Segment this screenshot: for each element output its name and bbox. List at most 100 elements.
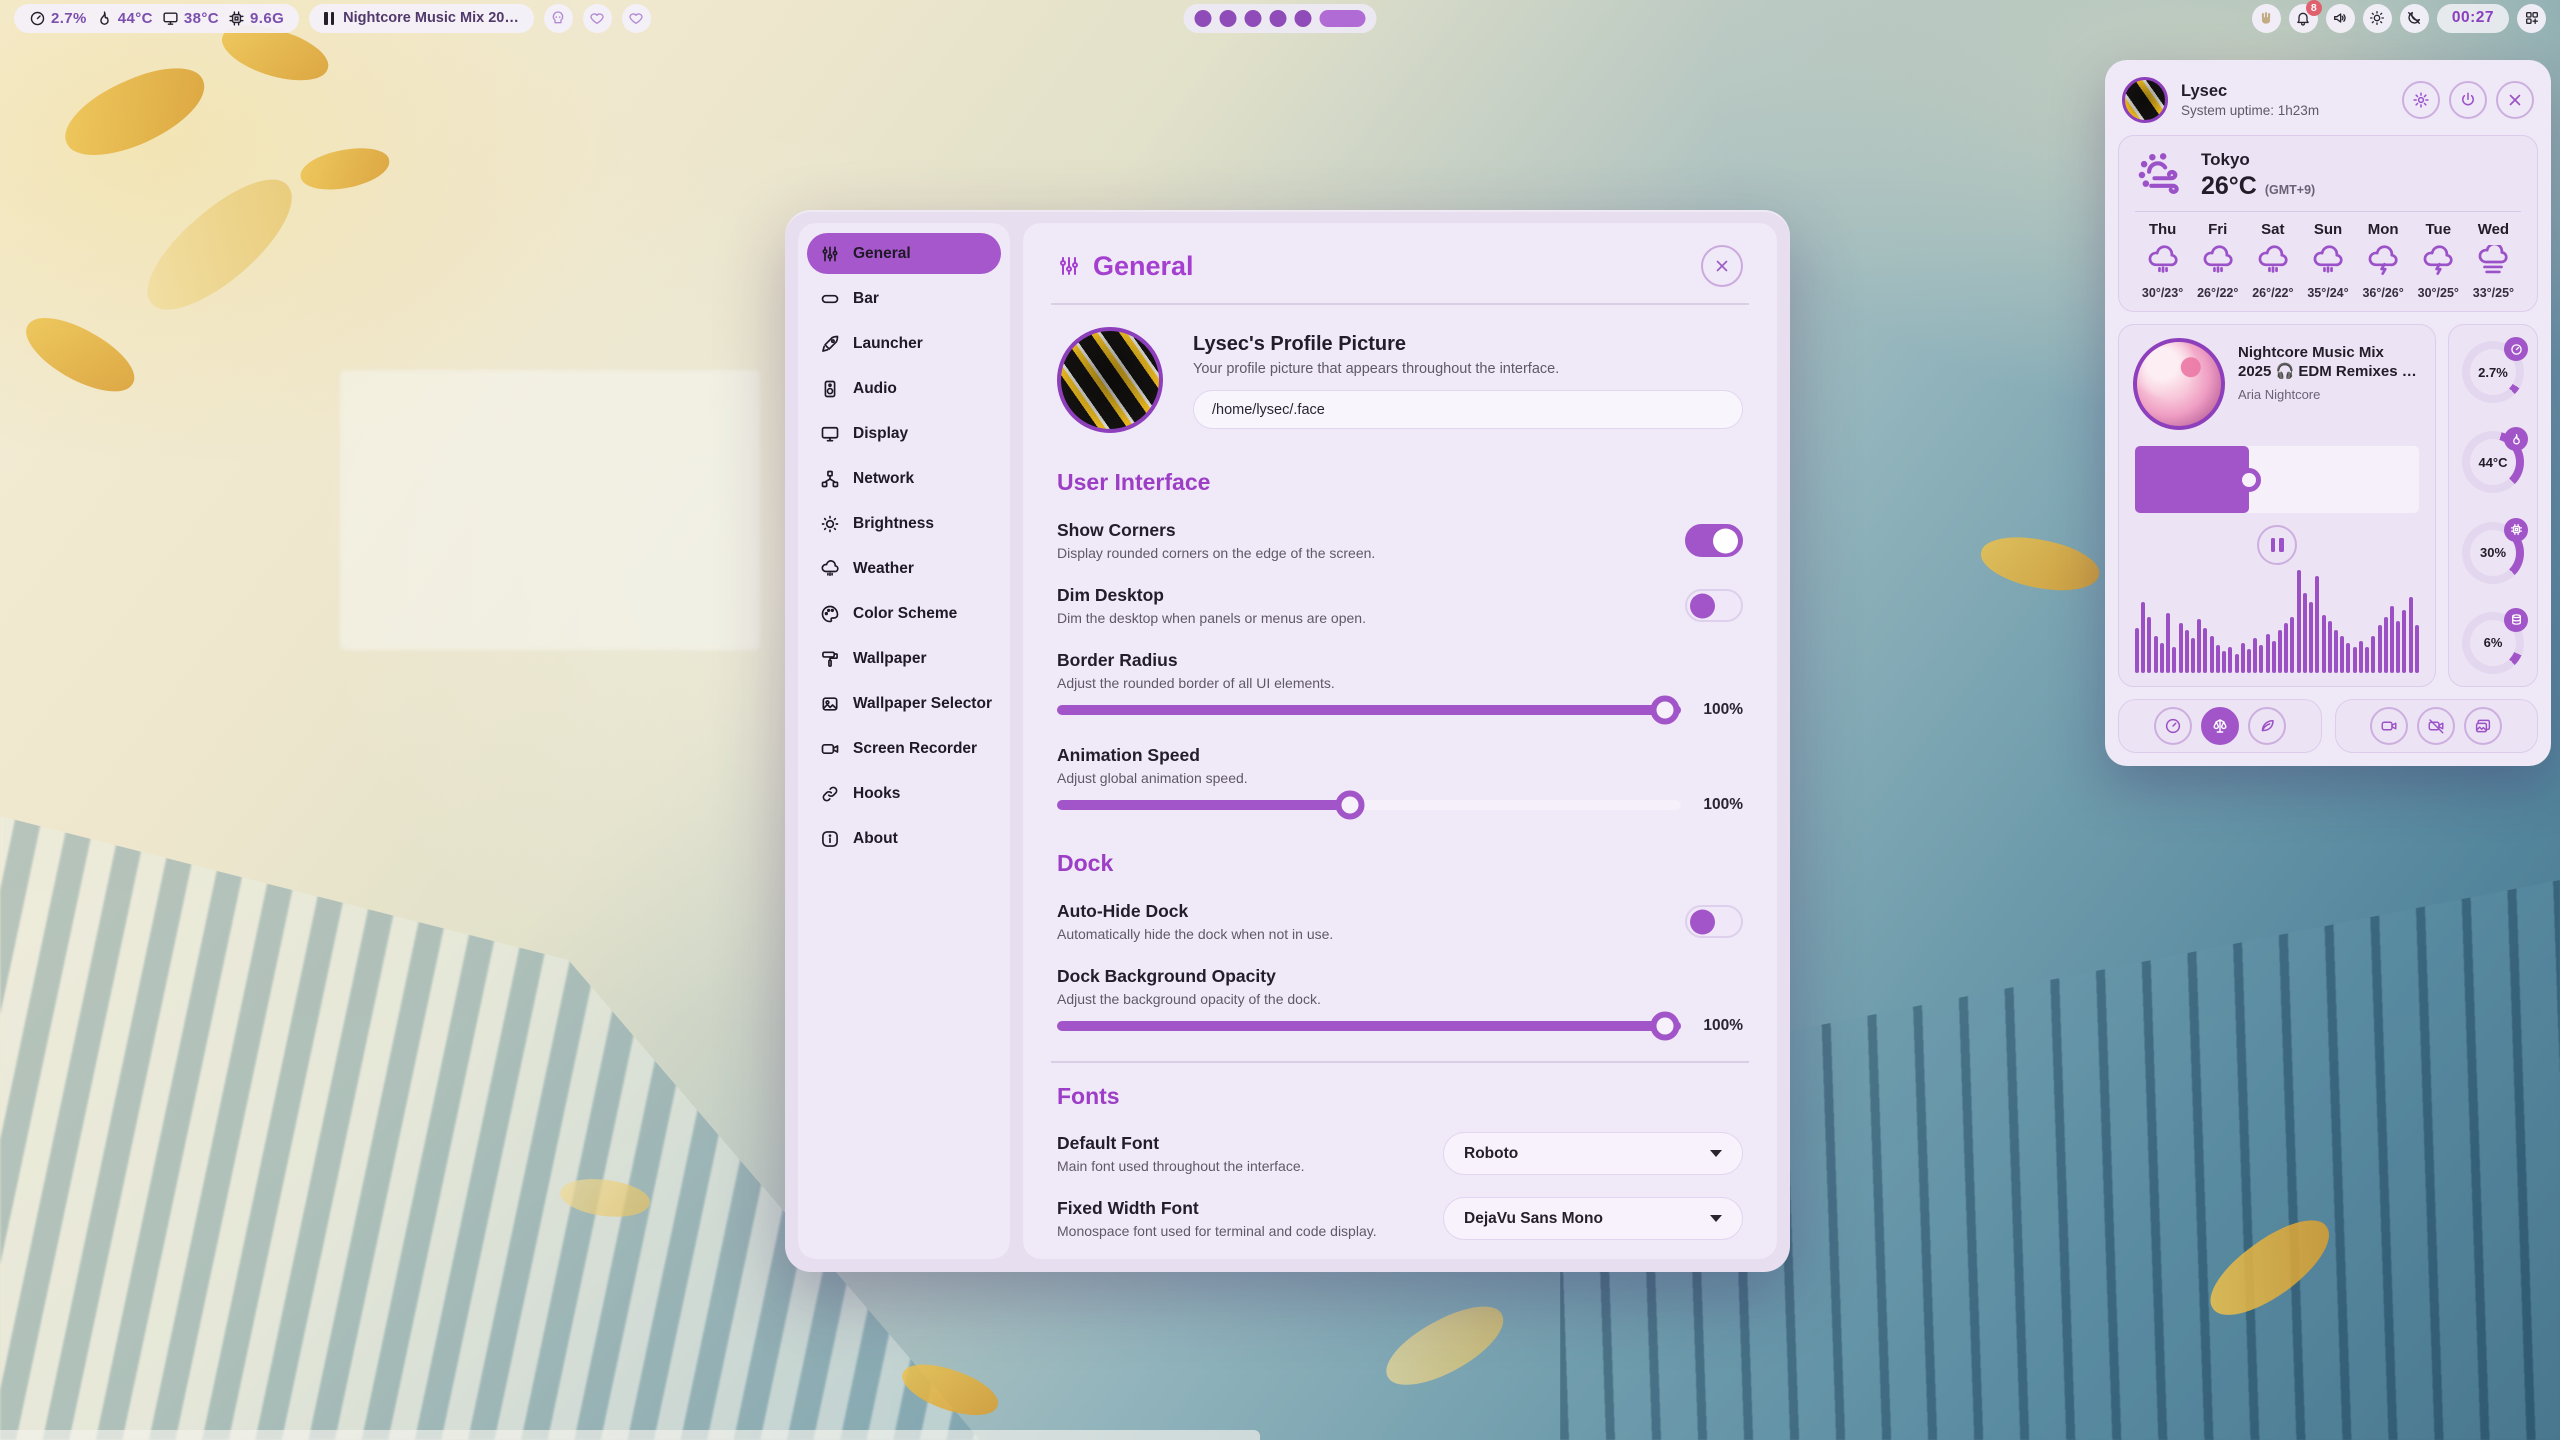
settings-button[interactable] [2402, 81, 2440, 119]
notifications-button[interactable]: 8 [2289, 4, 2318, 33]
sidebar-item-label: Hooks [853, 785, 900, 803]
slider-knob[interactable] [1651, 1012, 1680, 1041]
visualizer-bar [2390, 606, 2394, 673]
toggle-knob [1690, 593, 1715, 618]
album-art [2133, 338, 2225, 430]
section-title-fonts: Fonts [1057, 1083, 1743, 1110]
workspace-dot-5[interactable] [1295, 10, 1312, 27]
screen-record-button[interactable] [2370, 707, 2408, 745]
power-saver-mode-button[interactable] [2248, 707, 2286, 745]
workspace-dot-4[interactable] [1270, 10, 1287, 27]
dim-desktop-description: Dim the desktop when panels or menus are… [1057, 610, 1661, 626]
slider-knob[interactable] [1651, 696, 1680, 725]
sidebar-item-screen-recorder[interactable]: Screen Recorder [807, 728, 1001, 769]
forecast-day: Sun [2300, 221, 2355, 238]
pause-button[interactable] [2257, 525, 2297, 565]
visualizer-bar [2253, 638, 2257, 673]
fog-icon [2476, 245, 2510, 279]
sidebar-item-display[interactable]: Display [807, 413, 1001, 454]
volume-button[interactable] [2326, 4, 2355, 33]
power-button[interactable] [2449, 81, 2487, 119]
sidebar-item-wallpaper[interactable]: Wallpaper [807, 638, 1001, 679]
sidebar-item-audio[interactable]: Audio [807, 368, 1001, 409]
visualizer-bar [2266, 634, 2270, 673]
default-font-dropdown[interactable]: Roboto [1443, 1132, 1743, 1175]
sidebar-item-wallpaper-selector[interactable]: Wallpaper Selector [807, 683, 1001, 724]
workspace-active-indicator[interactable] [1320, 10, 1366, 27]
palette-icon [820, 604, 840, 624]
overview-button[interactable] [2517, 4, 2546, 33]
brightness-button[interactable] [2363, 4, 2392, 33]
screenshot-button[interactable] [2464, 707, 2502, 745]
close-panel-button[interactable] [2496, 81, 2534, 119]
default-font-description: Main font used throughout the interface. [1057, 1158, 1419, 1174]
settings-content: General Lysec's Profile Picture Your pro… [1023, 223, 1777, 1259]
slider-knob[interactable] [1336, 791, 1365, 820]
clock[interactable]: 00:27 [2437, 4, 2509, 33]
temp-value: 44°C [118, 10, 153, 27]
visualizer-bar [2147, 617, 2151, 673]
performance-mode-button[interactable] [2154, 707, 2192, 745]
visualizer-bar [2284, 623, 2288, 673]
sidebar-item-brightness[interactable]: Brightness [807, 503, 1001, 544]
rain-icon [2201, 245, 2235, 279]
sidebar-item-label: Audio [853, 380, 897, 398]
visualizer-bar [2340, 636, 2344, 673]
divider [2135, 211, 2521, 212]
dock-opacity-slider[interactable] [1057, 1021, 1681, 1031]
forecast-day: Sat [2245, 221, 2300, 238]
show-corners-toggle[interactable] [1685, 524, 1743, 557]
visualizer-bar [2216, 645, 2220, 673]
sidebar-item-color-scheme[interactable]: Color Scheme [807, 593, 1001, 634]
wallpaper-leaf [297, 142, 392, 195]
auto-hide-dock-toggle[interactable] [1685, 905, 1743, 938]
visualizer-bar [2222, 651, 2226, 673]
speedometer-icon [2504, 337, 2528, 361]
video-icon [820, 739, 840, 759]
gpu-temp-value: 38°C [184, 10, 219, 27]
record-off-button[interactable] [2417, 707, 2455, 745]
border-radius-value: 100% [1681, 701, 1743, 719]
workspace-dot-1[interactable] [1195, 10, 1212, 27]
forecast-day: Wed [2466, 221, 2521, 238]
skull-button[interactable] [544, 4, 573, 33]
sidebar-item-bar[interactable]: Bar [807, 278, 1001, 319]
music-pill[interactable]: Nightcore Music Mix 20… [309, 4, 534, 33]
sidebar-item-about[interactable]: About [807, 818, 1001, 859]
fixed-font-dropdown[interactable]: DejaVu Sans Mono [1443, 1197, 1743, 1240]
dim-desktop-toggle[interactable] [1685, 589, 1743, 622]
workspace-dot-2[interactable] [1220, 10, 1237, 27]
night-light-button[interactable] [2400, 4, 2429, 33]
slider-knob[interactable] [2237, 468, 2261, 492]
sidebar-item-label: Wallpaper [853, 650, 927, 668]
workspace-dot-3[interactable] [1245, 10, 1262, 27]
ram-stat: 9.6G [228, 10, 284, 27]
chip-icon [2504, 518, 2528, 542]
dim-desktop-label: Dim Desktop [1057, 585, 1661, 606]
tray-app-button[interactable] [2252, 4, 2281, 33]
visualizer-bar [2241, 643, 2245, 673]
visualizer-bar [2154, 636, 2158, 673]
heart-button[interactable] [583, 4, 612, 33]
animation-speed-slider[interactable] [1057, 800, 1681, 810]
sidebar-item-general[interactable]: General [807, 233, 1001, 274]
visualizer-bar [2346, 643, 2350, 673]
border-radius-slider[interactable] [1057, 705, 1681, 715]
profile-path-input[interactable] [1193, 390, 1743, 429]
balanced-mode-button[interactable] [2201, 707, 2239, 745]
sidebar-item-hooks[interactable]: Hooks [807, 773, 1001, 814]
video-icon [2380, 717, 2398, 735]
wallpaper-leaf [16, 303, 145, 406]
heart-button-2[interactable] [622, 4, 651, 33]
forecast-temps: 26°/22° [2190, 286, 2245, 300]
visualizer-bar [2409, 597, 2413, 673]
toggle-knob [1713, 528, 1738, 553]
sidebar-item-network[interactable]: Network [807, 458, 1001, 499]
music-progress-slider[interactable] [2135, 446, 2419, 513]
auto-hide-dock-description: Automatically hide the dock when not in … [1057, 926, 1661, 942]
close-settings-button[interactable] [1701, 245, 1743, 287]
sidebar-item-weather[interactable]: Weather [807, 548, 1001, 589]
fixed-font-label: Fixed Width Font [1057, 1198, 1419, 1219]
sidebar-item-launcher[interactable]: Launcher [807, 323, 1001, 364]
ram-value: 9.6G [250, 10, 284, 27]
